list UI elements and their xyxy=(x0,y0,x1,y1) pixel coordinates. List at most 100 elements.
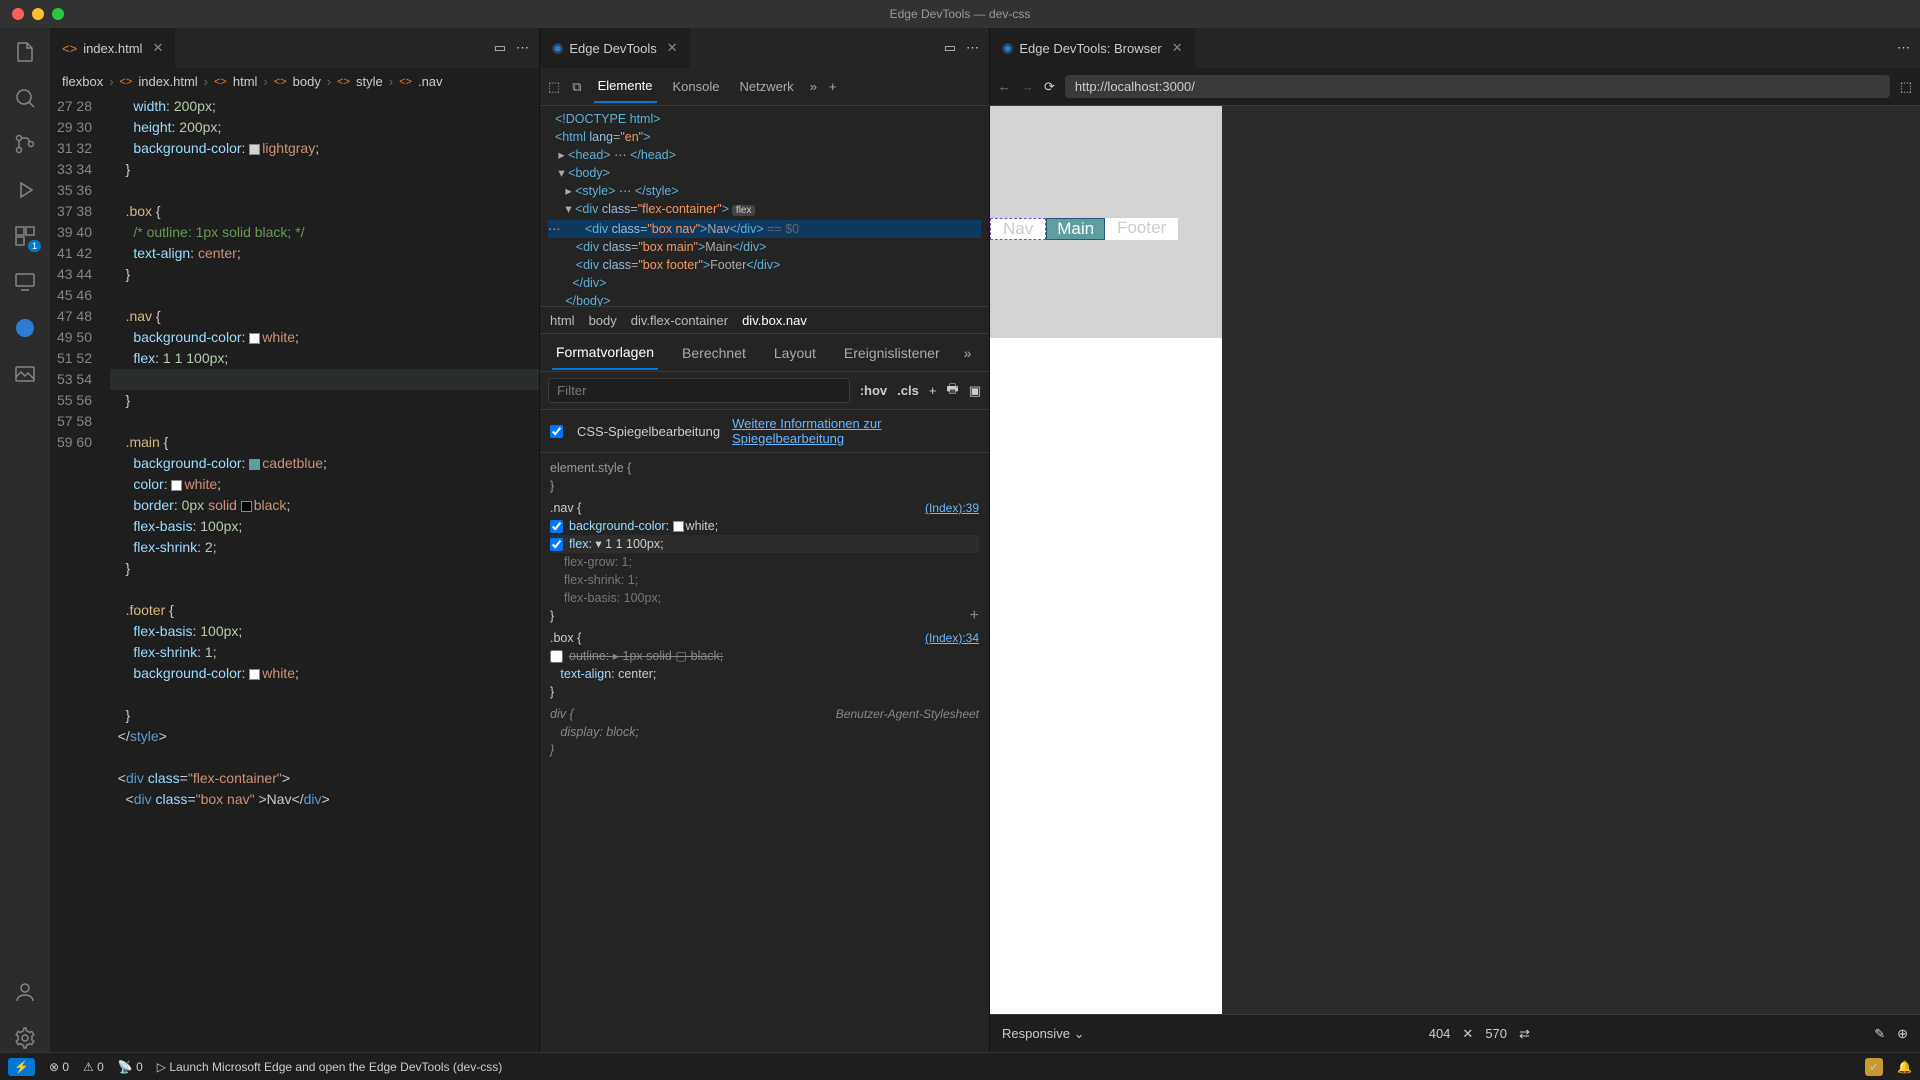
rule-selector[interactable]: .box { xyxy=(550,629,979,647)
devtools-tab[interactable]: ◉ Edge DevTools ✕ xyxy=(540,28,690,68)
close-tab-icon[interactable]: ✕ xyxy=(1172,40,1183,56)
nav-back-icon[interactable]: ← xyxy=(998,79,1011,94)
css-mirror-checkbox[interactable] xyxy=(550,425,563,438)
url-bar[interactable]: http://localhost:3000/ xyxy=(1065,75,1890,98)
tab-label: Edge DevTools: Browser xyxy=(1019,41,1161,56)
code-content[interactable]: width: 200px; height: 200px; background-… xyxy=(110,96,539,1052)
preview-nav-box[interactable]: Nav xyxy=(990,218,1046,240)
close-window-icon[interactable] xyxy=(12,8,24,20)
crumb-item[interactable]: div.flex-container xyxy=(631,313,728,328)
explorer-icon[interactable] xyxy=(11,38,39,66)
styles-pane[interactable]: element.style { } (Index):39 .nav { back… xyxy=(540,453,989,1052)
eyedropper-icon[interactable]: ✎ xyxy=(1874,1026,1885,1042)
device-toggle-icon[interactable]: ⧉ xyxy=(572,79,581,95)
split-editor-icon[interactable]: ▭ xyxy=(494,40,506,56)
viewport-width[interactable]: 404 xyxy=(1429,1026,1451,1041)
window-controls xyxy=(0,8,64,20)
dom-breadcrumb[interactable]: html body div.flex-container div.box.nav xyxy=(540,306,989,334)
remote-indicator[interactable]: ⚡ xyxy=(8,1058,35,1076)
more-actions-icon[interactable]: ⋯ xyxy=(966,40,979,56)
rule-source-link[interactable]: (Index):34 xyxy=(925,629,979,647)
html-file-icon: <> xyxy=(120,76,133,88)
preview-footer-box[interactable]: Footer xyxy=(1105,218,1178,240)
account-icon[interactable] xyxy=(11,978,39,1006)
crumb-item[interactable]: html xyxy=(550,313,575,328)
remote-explorer-icon[interactable] xyxy=(11,268,39,296)
tab-elements[interactable]: Elemente xyxy=(594,70,657,103)
add-property-icon[interactable]: + xyxy=(970,607,979,625)
prop-toggle-checkbox[interactable] xyxy=(550,650,563,663)
reload-icon[interactable]: ⟳ xyxy=(1044,79,1055,95)
close-tab-icon[interactable]: ✕ xyxy=(152,40,163,56)
prop-toggle-checkbox[interactable] xyxy=(550,538,563,551)
breadcrumb-item[interactable]: html xyxy=(233,74,258,89)
breadcrumb-item[interactable]: .nav xyxy=(418,74,443,89)
breadcrumb[interactable]: flexbox› <>index.html› <>html› <>body› <… xyxy=(50,68,539,96)
tab-event-listeners[interactable]: Ereignislistener xyxy=(840,337,944,369)
dom-tree[interactable]: <!DOCTYPE html> <html lang="en"> ▸ <head… xyxy=(540,106,989,306)
selected-dom-node[interactable]: ⋯ <div class="box nav">Nav</div> == $0 xyxy=(548,220,981,238)
computed-sidebar-icon[interactable]: ▣ xyxy=(969,383,981,399)
new-style-rule-icon[interactable]: + xyxy=(929,383,937,398)
crumb-item[interactable]: body xyxy=(589,313,617,328)
viewport-height[interactable]: 570 xyxy=(1485,1026,1507,1041)
close-tab-icon[interactable]: ✕ xyxy=(667,40,678,56)
breadcrumb-item[interactable]: body xyxy=(293,74,321,89)
rule-source-link[interactable]: (Index):39 xyxy=(925,499,979,517)
breadcrumb-item[interactable]: flexbox xyxy=(62,74,103,89)
source-control-icon[interactable] xyxy=(11,130,39,158)
crumb-item[interactable]: div.box.nav xyxy=(742,313,807,328)
tab-styles[interactable]: Formatvorlagen xyxy=(552,336,658,370)
breadcrumb-item[interactable]: index.html xyxy=(138,74,197,89)
extensions-badge: 1 xyxy=(28,240,41,252)
nav-forward-icon[interactable]: → xyxy=(1021,79,1034,94)
preview-main-box[interactable]: Main xyxy=(1046,218,1105,240)
maximize-window-icon[interactable] xyxy=(52,8,64,20)
errors-count[interactable]: ⊗ 0 xyxy=(49,1060,69,1074)
toggle-print-icon[interactable]: 🖶 xyxy=(946,380,958,402)
inspect-element-icon[interactable]: ⬚ xyxy=(548,79,560,95)
notifications-icon[interactable]: 🔔 xyxy=(1897,1060,1912,1074)
split-editor-icon[interactable]: ▭ xyxy=(944,40,956,56)
prettier-status-icon[interactable]: ✓ xyxy=(1865,1058,1883,1076)
styles-filter-input[interactable] xyxy=(548,378,850,403)
search-icon[interactable] xyxy=(11,84,39,112)
add-tab-icon[interactable]: + xyxy=(829,79,837,94)
breadcrumb-item[interactable]: style xyxy=(356,74,383,89)
more-actions-icon[interactable]: ⋯ xyxy=(516,40,529,56)
crosshair-icon[interactable]: ⊕ xyxy=(1897,1026,1908,1042)
tab-layout[interactable]: Layout xyxy=(770,337,820,369)
browser-tab[interactable]: ◉ Edge DevTools: Browser ✕ xyxy=(990,28,1195,68)
element-style-label[interactable]: element.style { xyxy=(550,459,979,477)
run-debug-icon[interactable] xyxy=(11,176,39,204)
more-actions-icon[interactable]: ⋯ xyxy=(1897,40,1910,56)
html-file-icon: <> xyxy=(62,41,77,56)
inspect-icon[interactable]: ⬚ xyxy=(1900,79,1912,95)
warnings-count[interactable]: ⚠ 0 xyxy=(83,1060,104,1074)
symbol-icon: <> xyxy=(337,76,350,88)
flex-demo: Nav Main Footer xyxy=(990,218,1178,240)
settings-gear-icon[interactable] xyxy=(11,1024,39,1052)
cls-toggle[interactable]: .cls xyxy=(897,383,919,398)
rule-selector[interactable]: .nav { xyxy=(550,499,979,517)
hov-toggle[interactable]: :hov xyxy=(860,383,887,398)
responsive-toolbar: Responsive ⌄ 404 ✕ 570 ⇄ ✎ ⊕ xyxy=(990,1014,1920,1052)
tab-computed[interactable]: Berechnet xyxy=(678,337,750,369)
minimize-window-icon[interactable] xyxy=(32,8,44,20)
launch-edge-hint[interactable]: ▷ Launch Microsoft Edge and open the Edg… xyxy=(157,1060,502,1074)
ports-count[interactable]: 📡 0 xyxy=(118,1060,143,1074)
edge-tools-icon[interactable] xyxy=(11,314,39,342)
rotate-icon[interactable]: ⇄ xyxy=(1519,1026,1530,1042)
code-editor[interactable]: 27 28 29 30 31 32 33 34 35 36 37 38 39 4… xyxy=(50,96,539,1052)
image-icon[interactable] xyxy=(11,360,39,388)
responsive-dropdown[interactable]: Responsive ⌄ xyxy=(1002,1026,1084,1042)
more-tabs-icon[interactable]: » xyxy=(964,345,972,361)
editor-tab-index-html[interactable]: <> index.html ✕ xyxy=(50,28,175,68)
tab-console[interactable]: Konsole xyxy=(669,71,724,102)
css-mirror-link[interactable]: Weitere Informationen zur Spiegelbearbei… xyxy=(732,416,902,446)
prop-toggle-checkbox[interactable] xyxy=(550,520,563,533)
tab-network[interactable]: Netzwerk xyxy=(736,71,798,102)
more-tabs-icon[interactable]: » xyxy=(810,79,817,94)
extensions-icon[interactable]: 1 xyxy=(11,222,39,250)
activity-bar: 1 xyxy=(0,28,50,1052)
